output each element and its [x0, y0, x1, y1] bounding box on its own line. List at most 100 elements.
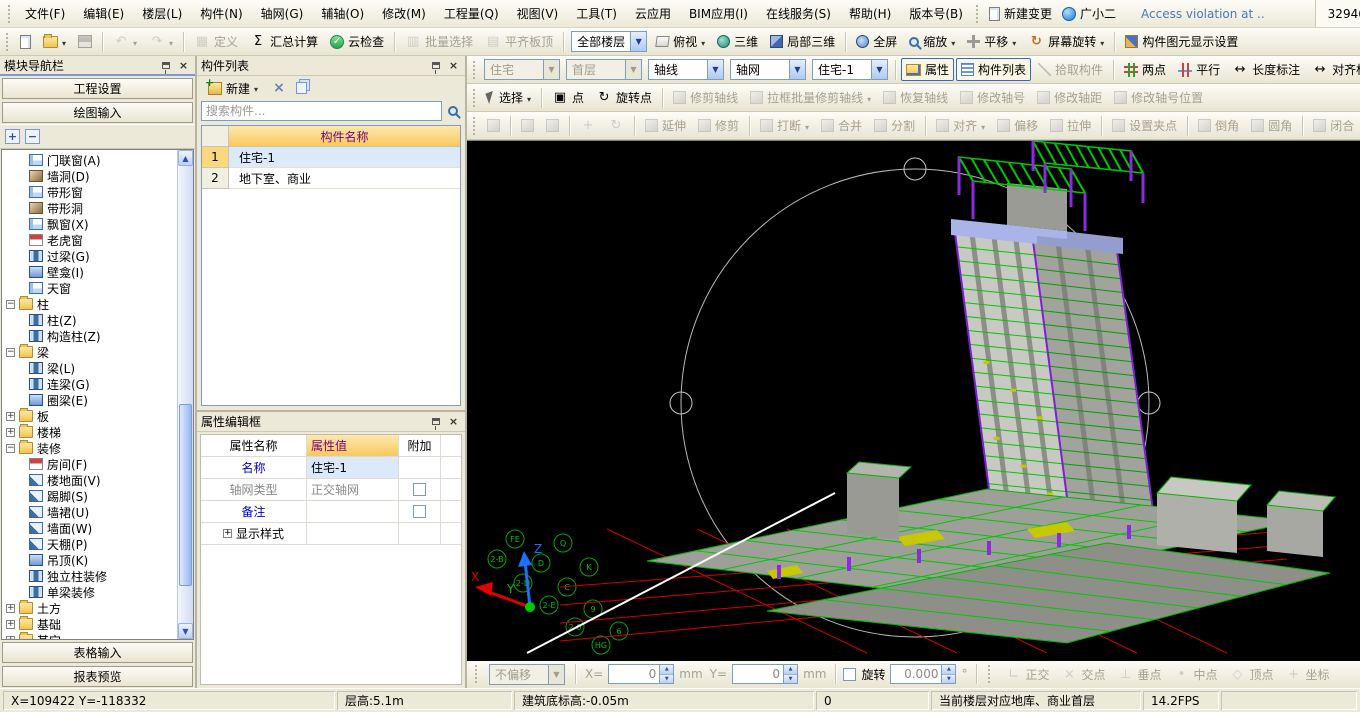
property-row[interactable]: +显示样式: [201, 523, 461, 545]
full-screen-button[interactable]: 全屏: [851, 30, 902, 53]
pin-button[interactable]: [428, 415, 443, 429]
tree-scrollbar[interactable]: ▲ ▼: [177, 150, 193, 639]
x-offset-input[interactable]: ▲▼: [608, 664, 674, 684]
tree-item[interactable]: 墙裙(U): [5, 504, 177, 520]
rotate-point-button[interactable]: 旋转点: [591, 86, 657, 109]
menu-item[interactable]: 修改(M): [373, 1, 435, 26]
search-input[interactable]: [201, 101, 442, 121]
menu-item[interactable]: 云应用: [626, 1, 680, 26]
tree-item[interactable]: 连梁(G): [5, 376, 177, 392]
tree-item[interactable]: 吊顶(K): [5, 552, 177, 568]
menu-item[interactable]: 工具(T): [567, 1, 626, 26]
floor-selector[interactable]: 全部楼层▼: [571, 31, 647, 52]
element-type-combo[interactable]: 轴线▼: [648, 59, 724, 80]
expand-all-button[interactable]: +: [5, 129, 20, 144]
account-dropdown[interactable]: 329468805@qq.com: [1315, 0, 1360, 27]
scrollbar-track[interactable]: [178, 166, 193, 623]
menu-item[interactable]: BIM应用(I): [680, 1, 757, 26]
y-offset-input[interactable]: ▲▼: [732, 664, 798, 684]
new-component-button[interactable]: 新建: [203, 77, 263, 100]
pin-button[interactable]: [158, 58, 173, 72]
pan-button[interactable]: 平移: [962, 30, 1021, 53]
new-change-button[interactable]: 新建变更: [984, 3, 1057, 24]
top-view-button[interactable]: 俯视: [651, 30, 710, 53]
tree-item[interactable]: 柱(Z): [5, 312, 177, 328]
property-row[interactable]: 备注: [201, 501, 461, 523]
tree-item[interactable]: 构造柱(Z): [5, 328, 177, 344]
tree-item[interactable]: +土方: [5, 600, 177, 616]
partial-three-d-button[interactable]: 局部三维: [765, 30, 840, 53]
pin-button[interactable]: [428, 59, 443, 73]
scroll-down-button[interactable]: ▼: [178, 623, 193, 639]
tree-item[interactable]: +板: [5, 408, 177, 424]
table-row[interactable]: 1住宅-1: [202, 147, 460, 168]
delete-component-button[interactable]: ×: [271, 80, 287, 96]
search-button[interactable]: [445, 103, 461, 119]
new-file-button[interactable]: [15, 32, 36, 52]
tree-item[interactable]: −梁: [5, 344, 177, 360]
assistant-button[interactable]: 广小二: [1057, 3, 1121, 24]
length-dimension-button[interactable]: 长度标注: [1227, 58, 1305, 81]
menu-item[interactable]: 工程量(Q): [435, 1, 508, 26]
tree-item[interactable]: −柱: [5, 296, 177, 312]
collapse-all-button[interactable]: −: [25, 129, 40, 144]
sum-calc-button[interactable]: 汇总计算: [245, 30, 323, 53]
tree-item[interactable]: 老虎窗: [5, 232, 177, 248]
point-button[interactable]: 点: [547, 86, 589, 109]
tree-item[interactable]: 圈梁(E): [5, 392, 177, 408]
tree-item[interactable]: 墙面(W): [5, 520, 177, 536]
expander-icon[interactable]: +: [6, 636, 15, 640]
tree-item[interactable]: 天棚(P): [5, 536, 177, 552]
three-d-button[interactable]: 三维: [712, 30, 763, 53]
property-value[interactable]: [307, 501, 399, 522]
expander-icon[interactable]: −: [6, 348, 15, 357]
menu-item[interactable]: 编辑(E): [74, 1, 133, 26]
tree-item[interactable]: 房间(F): [5, 456, 177, 472]
report-preview-button[interactable]: 报表预览: [2, 666, 193, 687]
tree-item[interactable]: 门联窗(A): [5, 152, 177, 168]
tree-item[interactable]: 过梁(G): [5, 248, 177, 264]
expander-icon[interactable]: +: [6, 620, 15, 629]
expander-icon[interactable]: +: [6, 428, 15, 437]
close-button[interactable]: [446, 415, 461, 429]
tree-item[interactable]: 飘窗(X): [5, 216, 177, 232]
menu-item[interactable]: 视图(V): [508, 1, 568, 26]
component-combo[interactable]: 住宅-1▼: [812, 59, 888, 80]
checkbox[interactable]: [413, 505, 426, 518]
tree-item[interactable]: 墙洞(D): [5, 168, 177, 184]
element-category-combo[interactable]: 轴网▼: [730, 59, 806, 80]
tree-item[interactable]: 独立柱装修: [5, 568, 177, 584]
scroll-up-button[interactable]: ▲: [178, 150, 193, 166]
zoom-button[interactable]: 缩放: [904, 30, 960, 53]
parallel-button[interactable]: 平行: [1173, 58, 1225, 81]
tree-item[interactable]: 带形窗: [5, 184, 177, 200]
tree-item[interactable]: +楼梯: [5, 424, 177, 440]
component-list-toggle[interactable]: 构件列表: [956, 58, 1031, 81]
cloud-check-button[interactable]: 云检查: [325, 30, 389, 53]
project-settings-button[interactable]: 工程设置: [2, 78, 193, 99]
tree-item[interactable]: 天窗: [5, 280, 177, 296]
screen-rotate-button[interactable]: 屏幕旋转: [1023, 30, 1109, 53]
element-display-settings-button[interactable]: 构件图元显示设置: [1120, 30, 1243, 53]
menu-item[interactable]: 帮助(H): [840, 1, 900, 26]
property-value[interactable]: 住宅-1: [307, 457, 399, 478]
tree-item[interactable]: 楼地面(V): [5, 472, 177, 488]
open-button[interactable]: [38, 32, 71, 52]
property-value[interactable]: [307, 523, 399, 544]
table-input-button[interactable]: 表格输入: [2, 642, 193, 663]
property-row[interactable]: 轴网类型正交轴网: [201, 479, 461, 501]
two-point-button[interactable]: 两点: [1119, 58, 1171, 81]
scrollbar-thumb[interactable]: [179, 404, 192, 587]
tree-item[interactable]: 壁龛(I): [5, 264, 177, 280]
menu-item[interactable]: 构件(N): [191, 1, 251, 26]
rotate-checkbox[interactable]: [843, 668, 856, 681]
expander-icon[interactable]: +: [6, 604, 15, 613]
menu-item[interactable]: 轴网(G): [252, 1, 313, 26]
menu-item[interactable]: 辅轴(O): [312, 1, 373, 26]
checkbox[interactable]: [413, 483, 426, 496]
copy-component-button[interactable]: [294, 80, 310, 96]
spinner-arrows[interactable]: ▲▼: [659, 665, 673, 683]
menu-item[interactable]: 楼层(L): [133, 1, 191, 26]
model-3d-view[interactable]: 2-B2-D2-E2-0HGFEDC96QK X Z Y: [467, 141, 1360, 661]
menu-item[interactable]: 版本号(B): [900, 1, 972, 26]
